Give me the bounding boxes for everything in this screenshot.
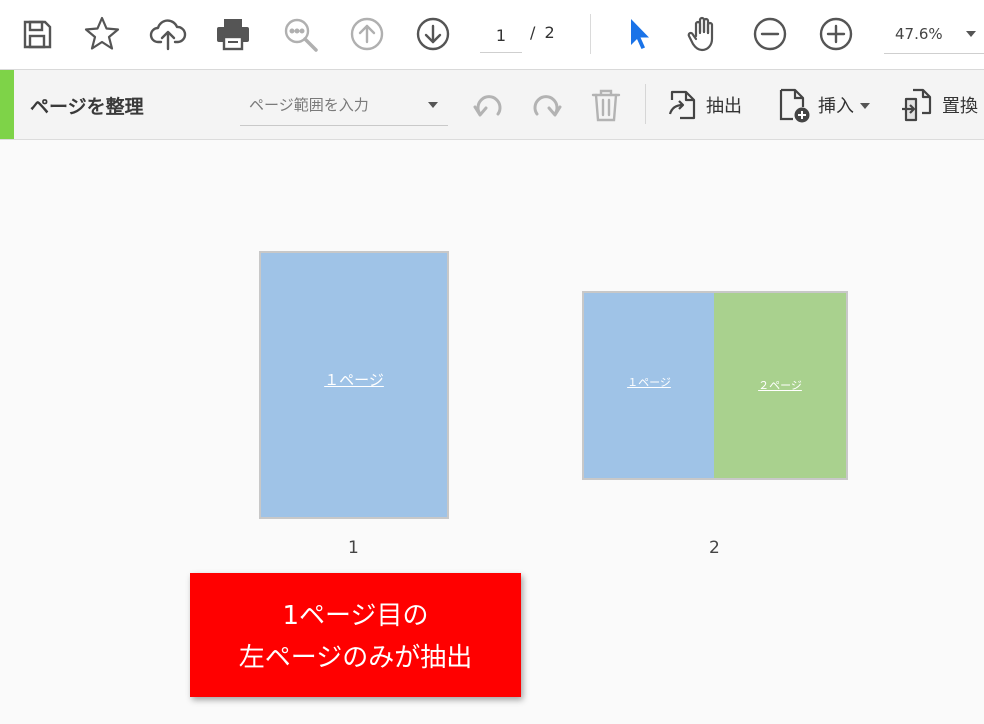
- rotate-left-icon: [469, 85, 509, 125]
- bookmark-star-icon[interactable]: [82, 14, 122, 54]
- page-down-icon[interactable]: [413, 14, 453, 54]
- chevron-down-icon: [966, 31, 976, 37]
- current-page-value: 1: [495, 25, 507, 45]
- callout-line-2: 左ページのみが抽出: [238, 643, 473, 673]
- rotate-right-icon: [526, 85, 566, 125]
- toolbar-divider: [590, 14, 591, 54]
- insert-button[interactable]: 挿入: [776, 85, 870, 125]
- chevron-down-icon: [428, 102, 438, 108]
- tool-accent-bar: [0, 70, 14, 139]
- thumbnail-page-text: １ページ: [627, 376, 671, 389]
- zoom-out-icon[interactable]: [750, 14, 790, 54]
- thumbnail-page-text: １ページ: [324, 371, 384, 389]
- organize-title: ページを整理: [30, 96, 144, 118]
- extract-label: 抽出: [706, 96, 742, 117]
- current-page-input[interactable]: 1: [480, 18, 522, 53]
- extract-button[interactable]: 抽出: [666, 85, 742, 125]
- right-half-page: ２ページ: [714, 293, 846, 478]
- thumbnail-page-text: ２ページ: [758, 379, 802, 392]
- annotation-callout: 1ページ目の 左ページのみが抽出: [190, 573, 521, 697]
- save-icon[interactable]: [17, 14, 57, 54]
- zoom-level-value: 47.6%: [895, 25, 943, 43]
- left-half-page: １ページ: [584, 293, 714, 478]
- cloud-upload-icon[interactable]: [148, 14, 188, 54]
- zoom-level-select[interactable]: 47.6%: [884, 14, 984, 54]
- page-thumbnail-2[interactable]: １ページ ２ページ: [582, 291, 848, 480]
- page-range-placeholder: ページ範囲を入力: [249, 96, 369, 114]
- page-up-icon: [347, 14, 387, 54]
- thumbnail-number-2: 2: [709, 538, 720, 558]
- extract-icon: [668, 90, 696, 120]
- callout-line-1: 1ページ目の: [282, 601, 429, 631]
- page-thumbnail-1[interactable]: １ページ: [259, 251, 449, 519]
- trash-icon: [586, 85, 626, 125]
- hand-tool-icon[interactable]: [684, 14, 724, 54]
- replace-page-icon: [902, 88, 932, 122]
- chevron-down-icon: [860, 103, 870, 109]
- zoom-in-icon[interactable]: [816, 14, 856, 54]
- select-pointer-icon[interactable]: [617, 14, 657, 54]
- zoom-search-icon: [280, 14, 320, 54]
- insert-page-icon: [779, 88, 810, 123]
- page-range-select[interactable]: ページ範囲を入力: [240, 88, 448, 126]
- replace-button[interactable]: 置換: [900, 85, 978, 125]
- print-icon[interactable]: [213, 14, 253, 54]
- thumbnail-number-1: 1: [348, 538, 359, 558]
- main-toolbar: 1 / 2 47.6%: [0, 0, 984, 70]
- replace-label: 置換: [942, 96, 978, 117]
- organize-pages-bar: ページを整理 ページ範囲を入力 抽出 挿入 置換: [0, 70, 984, 140]
- organize-divider: [645, 84, 646, 124]
- page-total-label: / 2: [530, 23, 557, 42]
- insert-label: 挿入: [818, 96, 854, 117]
